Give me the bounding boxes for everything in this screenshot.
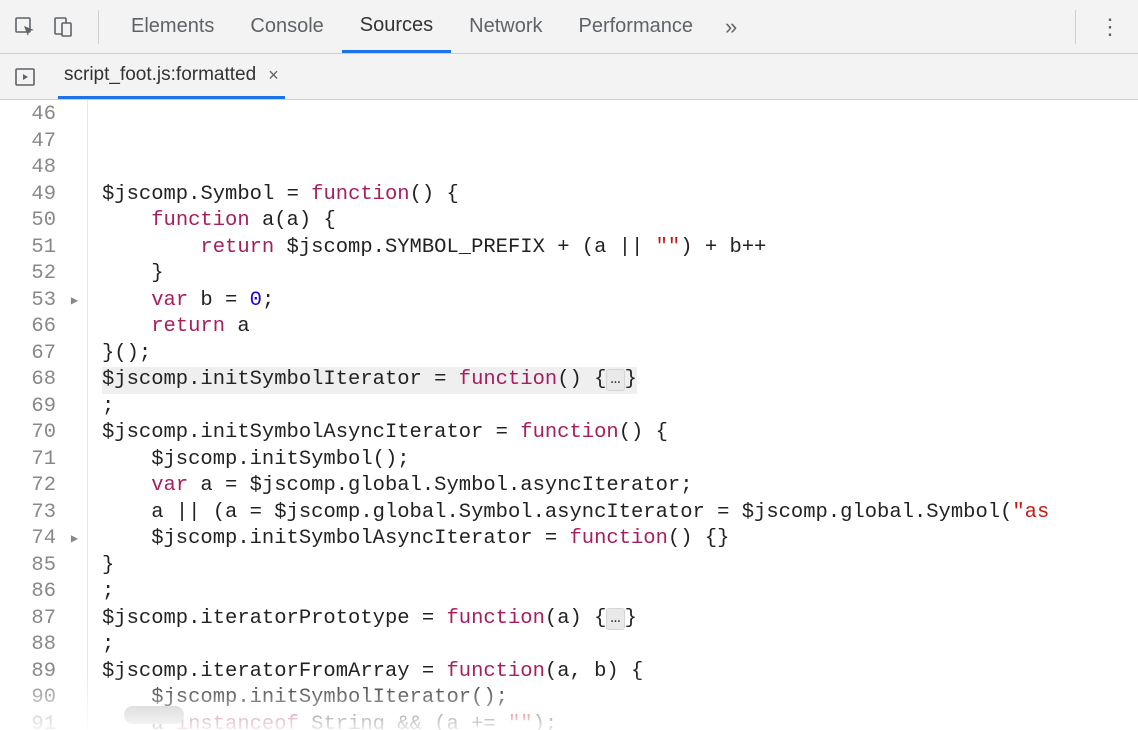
more-tabs-icon[interactable]: »: [711, 14, 751, 40]
line-number[interactable]: 70: [0, 420, 56, 447]
fold-gutter-cell: [62, 632, 87, 659]
line-number[interactable]: 49: [0, 182, 56, 209]
fold-gutter-cell: [62, 261, 87, 288]
code-line[interactable]: $jscomp.initSymbolAsyncIterator = functi…: [102, 420, 1138, 447]
line-number[interactable]: 68: [0, 367, 56, 394]
code-line[interactable]: $jscomp.initSymbolIterator = function() …: [102, 367, 637, 394]
fold-ellipsis[interactable]: …: [606, 608, 624, 630]
line-number[interactable]: 69: [0, 394, 56, 421]
sources-file-tabstrip: script_foot.js:formatted ×: [0, 54, 1138, 100]
fold-gutter-cell: [62, 685, 87, 712]
fold-gutter-cell: [62, 129, 87, 156]
fold-gutter-cell: [62, 367, 87, 394]
code-line[interactable]: ;: [102, 632, 1138, 659]
code-line[interactable]: }: [102, 261, 1138, 288]
code-line[interactable]: return a: [102, 314, 1138, 341]
line-number[interactable]: 90: [0, 685, 56, 712]
fold-gutter-cell: [62, 447, 87, 474]
code-line[interactable]: function a(a) {: [102, 208, 1138, 235]
source-editor: 4647484950515253666768697071727374858687…: [0, 100, 1138, 730]
file-tab-active[interactable]: script_foot.js:formatted ×: [58, 54, 285, 99]
fold-gutter-cell: [62, 579, 87, 606]
line-number[interactable]: 53: [0, 288, 56, 315]
code-line[interactable]: $jscomp.initSymbol();: [102, 447, 1138, 474]
code-line[interactable]: a || (a = $jscomp.global.Symbol.asyncIte…: [102, 500, 1138, 527]
line-number[interactable]: 87: [0, 606, 56, 633]
fold-gutter-cell: [62, 553, 87, 580]
code-line[interactable]: }();: [102, 341, 1138, 368]
line-number[interactable]: 66: [0, 314, 56, 341]
tab-network[interactable]: Network: [451, 0, 560, 53]
code-line[interactable]: ;: [102, 394, 1138, 421]
code-line[interactable]: $jscomp.initSymbolAsyncIterator = functi…: [102, 526, 1138, 553]
fold-gutter[interactable]: ▶▶: [62, 100, 88, 730]
tab-sources[interactable]: Sources: [342, 0, 451, 53]
line-number[interactable]: 46: [0, 102, 56, 129]
devtools-toolbar: Elements Console Sources Network Perform…: [0, 0, 1138, 54]
horizontal-scrollbar-thumb[interactable]: [124, 706, 184, 724]
tab-elements[interactable]: Elements: [113, 0, 232, 53]
fold-gutter-cell: [62, 500, 87, 527]
fold-gutter-cell: [62, 606, 87, 633]
fade-overlay-top: [88, 100, 1138, 110]
fold-gutter-cell: [62, 235, 87, 262]
line-number[interactable]: 85: [0, 553, 56, 580]
line-number[interactable]: 71: [0, 447, 56, 474]
code-line[interactable]: var a = $jscomp.global.Symbol.asyncItera…: [102, 473, 1138, 500]
code-line[interactable]: }: [102, 553, 1138, 580]
code-line[interactable]: a instanceof String && (a += "");: [102, 712, 1138, 730]
fold-gutter-cell: [62, 712, 87, 730]
fold-gutter-cell: [62, 473, 87, 500]
fold-toggle-icon[interactable]: ▶: [62, 288, 87, 315]
fold-gutter-cell: [62, 420, 87, 447]
tab-console[interactable]: Console: [232, 0, 341, 53]
fold-gutter-cell: [62, 659, 87, 686]
fold-toggle-icon[interactable]: ▶: [62, 526, 87, 553]
devtools-panel-tabs: Elements Console Sources Network Perform…: [113, 0, 751, 53]
line-number[interactable]: 51: [0, 235, 56, 262]
fold-gutter-cell: [62, 102, 87, 129]
line-number[interactable]: 74: [0, 526, 56, 553]
line-number[interactable]: 89: [0, 659, 56, 686]
fold-gutter-cell: [62, 314, 87, 341]
code-line[interactable]: var b = 0;: [102, 288, 1138, 315]
tab-performance[interactable]: Performance: [561, 0, 712, 53]
file-tab-label: script_foot.js:formatted: [64, 64, 256, 86]
toggle-device-toolbar-icon[interactable]: [46, 10, 80, 44]
line-number[interactable]: 67: [0, 341, 56, 368]
close-icon[interactable]: ×: [268, 65, 279, 86]
code-line[interactable]: ;: [102, 579, 1138, 606]
line-number[interactable]: 72: [0, 473, 56, 500]
fold-gutter-cell: [62, 341, 87, 368]
line-number[interactable]: 73: [0, 500, 56, 527]
code-line[interactable]: $jscomp.iteratorFromArray = function(a, …: [102, 659, 1138, 686]
toolbar-separator-right: [1075, 10, 1076, 44]
fold-gutter-cell: [62, 155, 87, 182]
line-number[interactable]: 48: [0, 155, 56, 182]
code-line[interactable]: $jscomp.Symbol = function() {: [102, 182, 1138, 209]
line-number[interactable]: 88: [0, 632, 56, 659]
fold-ellipsis[interactable]: …: [606, 369, 624, 391]
line-number[interactable]: 50: [0, 208, 56, 235]
code-line[interactable]: $jscomp.initSymbolIterator();: [102, 685, 1138, 712]
fold-gutter-cell: [62, 182, 87, 209]
devtools-menu-icon[interactable]: ⋮: [1090, 14, 1130, 40]
code-line[interactable]: $jscomp.iteratorPrototype = function(a) …: [102, 606, 1138, 633]
toolbar-separator: [98, 10, 99, 44]
line-number[interactable]: 86: [0, 579, 56, 606]
line-number[interactable]: 91: [0, 712, 56, 730]
code-line[interactable]: return $jscomp.SYMBOL_PREFIX + (a || "")…: [102, 235, 1138, 262]
line-number[interactable]: 47: [0, 129, 56, 156]
fold-gutter-cell: [62, 208, 87, 235]
line-number-gutter[interactable]: 4647484950515253666768697071727374858687…: [0, 100, 62, 730]
show-navigator-icon[interactable]: [10, 62, 40, 92]
line-number[interactable]: 52: [0, 261, 56, 288]
code-content[interactable]: $jscomp.Symbol = function() { function a…: [88, 100, 1138, 730]
fold-gutter-cell: [62, 394, 87, 421]
inspect-element-icon[interactable]: [8, 10, 42, 44]
